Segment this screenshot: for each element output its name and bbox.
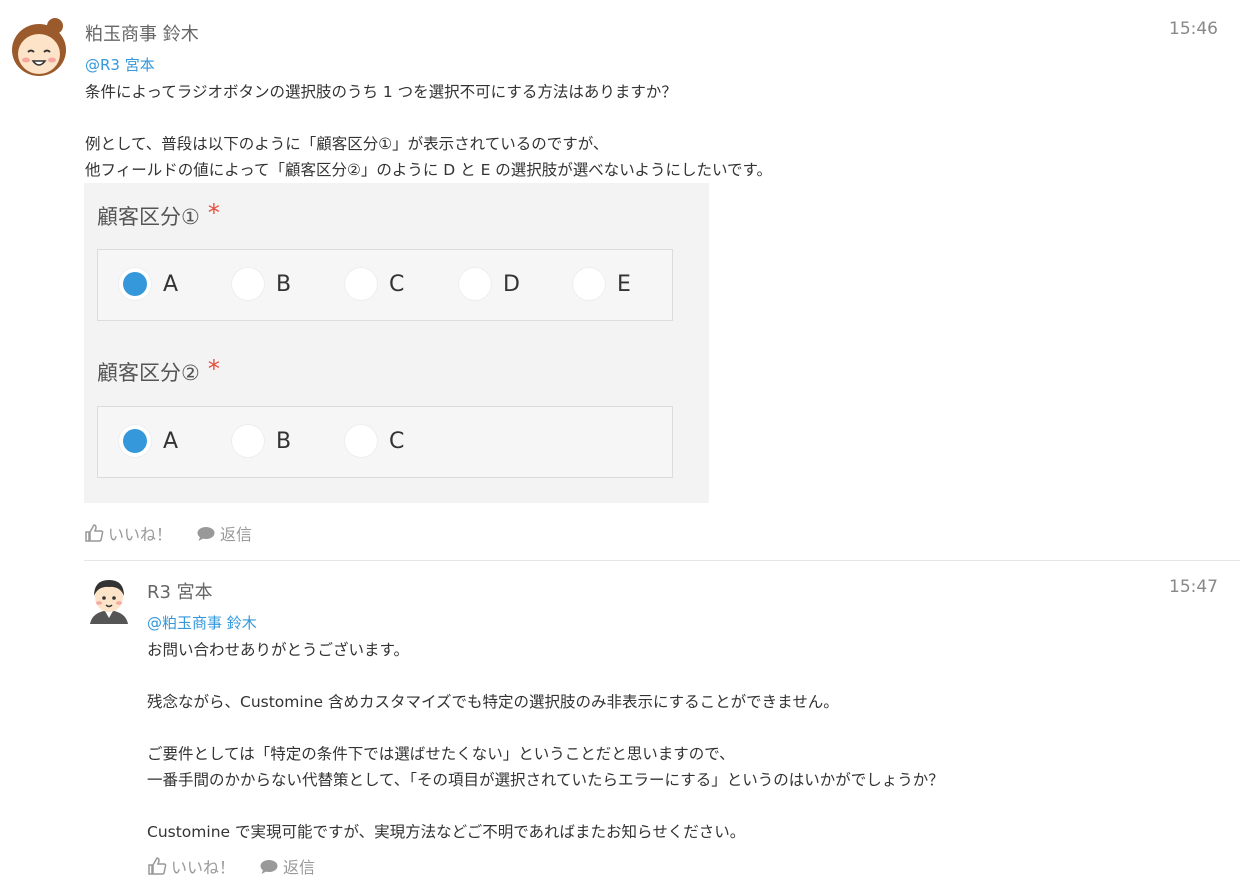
- like-button[interactable]: いいね！: [84, 521, 172, 545]
- comment-text-line: 条件によってラジオボタンの選択肢のうち 1 つを選択不可にする方法はありますか？: [85, 83, 677, 101]
- user-avatar[interactable]: [8, 16, 70, 78]
- comment-text-line: お問い合わせありがとうございます。: [147, 641, 409, 659]
- field-label: 顧客区分① *: [97, 199, 220, 231]
- radio-option[interactable]: B: [232, 268, 291, 300]
- required-mark: *: [207, 355, 220, 383]
- thumbs-up-icon: [85, 524, 104, 542]
- radio-option[interactable]: C: [345, 425, 404, 457]
- radio-group: A B C D E: [97, 249, 673, 321]
- radio-button[interactable]: [345, 268, 377, 300]
- radio-label: B: [276, 271, 292, 297]
- radio-label: A: [163, 428, 179, 454]
- post-actions: いいね！ 返信: [84, 521, 252, 545]
- reply-label: 返信: [283, 858, 316, 877]
- mention-link[interactable]: @粕玉商事 鈴木: [147, 612, 257, 633]
- radio-label: C: [389, 428, 405, 454]
- radio-label: E: [617, 271, 631, 297]
- comment-text-line: 一番手間のかからない代替策として、「その項目が選択されていたらエラーにする」とい…: [147, 771, 944, 789]
- post-divider: [84, 560, 1240, 561]
- radio-button[interactable]: [119, 425, 151, 457]
- thumbs-up-icon: [148, 857, 167, 875]
- field-label-text: 顧客区分①: [97, 205, 200, 229]
- radio-option[interactable]: D: [459, 268, 520, 300]
- radio-group: A B C: [97, 406, 673, 478]
- user-avatar[interactable]: [84, 574, 134, 624]
- radio-selected-dot: [123, 429, 147, 453]
- author-name[interactable]: R3 宮本: [147, 578, 213, 604]
- field-label-text: 顧客区分②: [97, 361, 200, 385]
- like-button[interactable]: いいね！: [147, 854, 235, 878]
- reply-button[interactable]: 返信: [196, 521, 252, 545]
- radio-label: C: [389, 271, 405, 297]
- radio-label: A: [163, 271, 179, 297]
- comment-text-line: 例として、普段は以下のように「顧客区分①」が表示されているのですが、: [85, 135, 609, 153]
- required-mark: *: [207, 199, 220, 227]
- field-label: 顧客区分② *: [97, 355, 220, 387]
- reply-label: 返信: [220, 525, 253, 544]
- radio-selected-dot: [123, 272, 147, 296]
- comment-text-line: Customine で実現可能ですが、実現方法などご不明であればまたお知らせくだ…: [147, 823, 746, 841]
- radio-label: D: [503, 271, 520, 297]
- radio-button[interactable]: [459, 268, 491, 300]
- radio-option[interactable]: E: [573, 268, 631, 300]
- radio-button[interactable]: [345, 425, 377, 457]
- comment-text-line: ご要件としては「特定の条件下では選ばせたくない」ということだと思いますので、: [147, 745, 735, 763]
- comment-text-line: 他フィールドの値によって「顧客区分②」のように D と E の選択肢が選べないよ…: [85, 161, 772, 179]
- radio-button[interactable]: [232, 425, 264, 457]
- speech-bubble-icon: [197, 527, 215, 541]
- radio-button[interactable]: [232, 268, 264, 300]
- radio-button[interactable]: [573, 268, 605, 300]
- reply-button[interactable]: 返信: [259, 854, 315, 878]
- comment-text-line: 残念ながら、Customine 含めカスタマイズでも特定の選択肢のみ非表示にする…: [147, 693, 839, 711]
- radio-button[interactable]: [119, 268, 151, 300]
- radio-option[interactable]: A: [119, 425, 178, 457]
- mention-link[interactable]: @R3 宮本: [85, 54, 155, 75]
- post-timestamp: 15:46: [1169, 19, 1218, 39]
- author-name[interactable]: 粕玉商事 鈴木: [85, 20, 199, 46]
- post-actions: いいね！ 返信: [147, 854, 315, 878]
- radio-option[interactable]: A: [119, 268, 178, 300]
- radio-option[interactable]: B: [232, 425, 291, 457]
- like-label: いいね！: [171, 858, 236, 877]
- attached-screenshot: 顧客区分① * A B C D E 顧客区分② * A B C: [84, 183, 709, 503]
- like-label: いいね！: [108, 525, 173, 544]
- post-timestamp: 15:47: [1169, 577, 1218, 597]
- speech-bubble-icon: [260, 860, 278, 874]
- radio-option[interactable]: C: [345, 268, 404, 300]
- radio-label: B: [276, 428, 292, 454]
